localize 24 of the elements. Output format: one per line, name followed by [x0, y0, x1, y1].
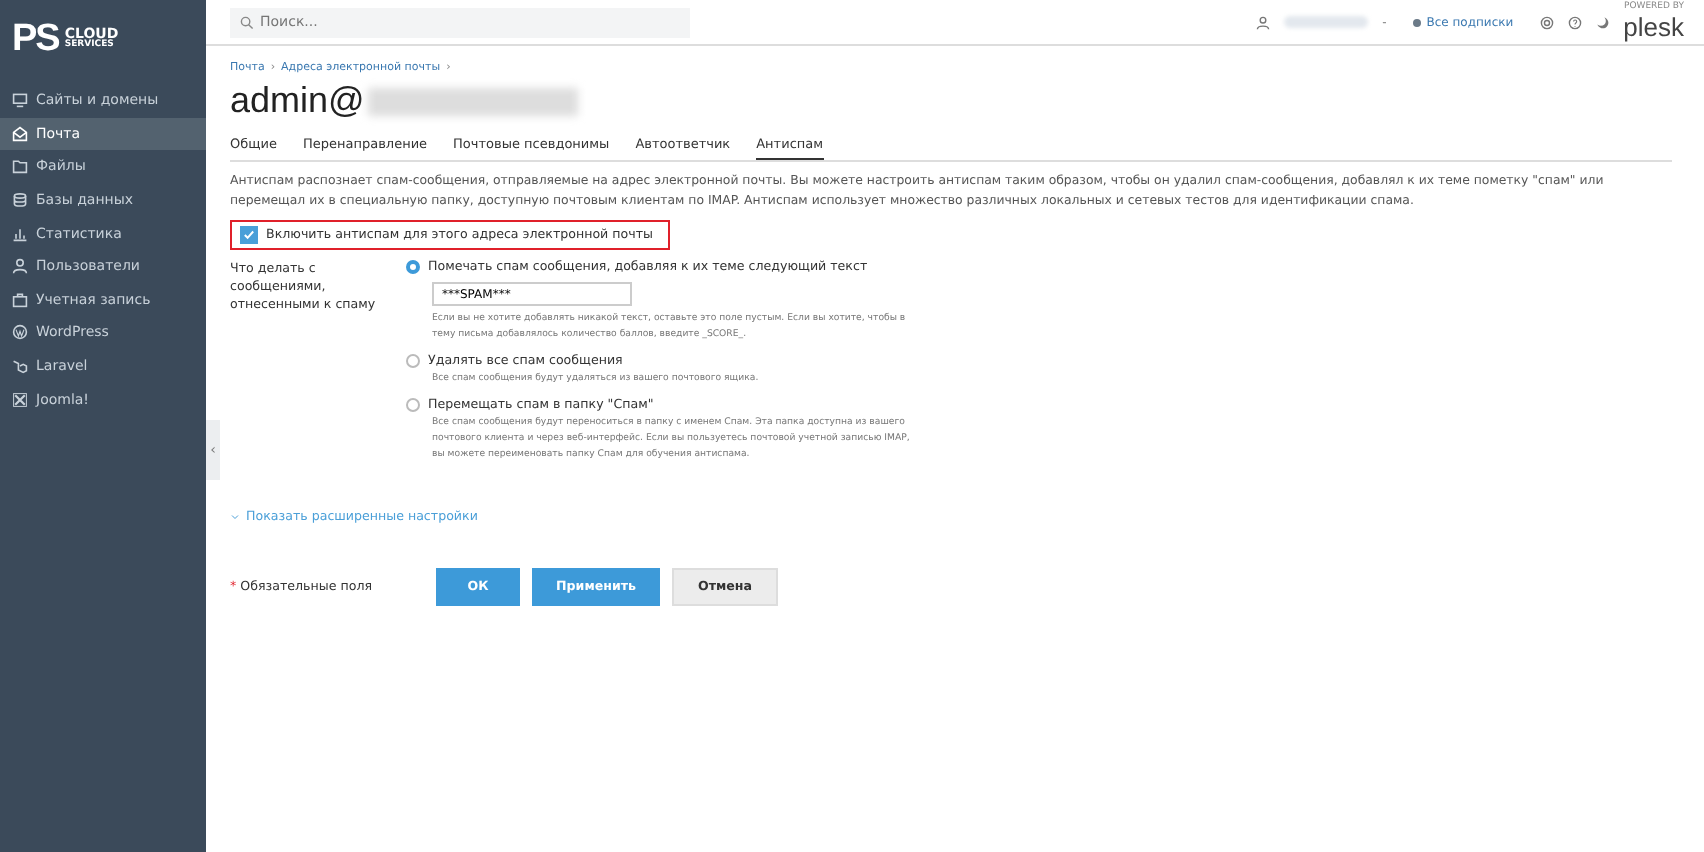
circle-w-icon — [12, 324, 28, 341]
logo-mark: PS — [12, 18, 59, 62]
moon-icon[interactable] — [1595, 15, 1610, 29]
help-icon[interactable] — [1567, 15, 1582, 29]
briefcase-icon — [12, 291, 28, 308]
database-icon — [12, 192, 28, 209]
envelope-icon — [12, 125, 28, 142]
radio-button[interactable] — [406, 260, 420, 274]
folder-icon — [12, 158, 28, 175]
lifebuoy-icon[interactable] — [1539, 15, 1554, 29]
blurred-username — [1284, 16, 1369, 28]
radio-button[interactable] — [406, 398, 420, 412]
bar-chart-icon — [12, 225, 28, 242]
globe-icon — [1412, 17, 1423, 27]
monitor-icon — [12, 92, 28, 109]
cross-icon — [12, 391, 28, 408]
chevron-down-icon — [230, 512, 240, 522]
user-icon[interactable] — [1256, 15, 1271, 29]
user-icon — [12, 258, 28, 275]
search-icon — [240, 15, 254, 29]
radio-button[interactable] — [406, 354, 420, 368]
checkbox[interactable] — [240, 226, 258, 244]
plesk-logo: plesk — [1623, 13, 1684, 40]
page-title: admin@ — [230, 80, 365, 122]
